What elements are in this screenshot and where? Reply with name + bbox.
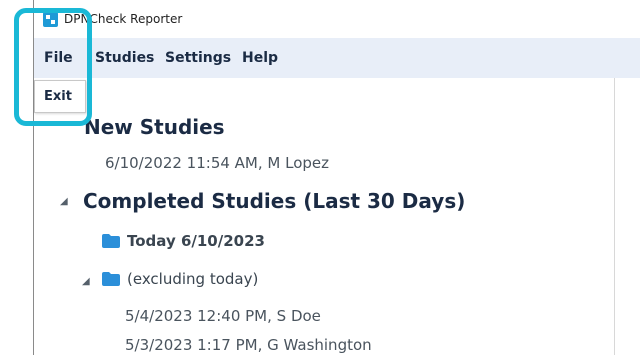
folder-icon bbox=[102, 234, 120, 248]
study-entry[interactable]: 6/10/2022 11:54 AM, M Lopez bbox=[105, 154, 329, 172]
title-bar: DPNCheck Reporter bbox=[34, 0, 640, 39]
tree-node-completed-studies[interactable]: Completed Studies (Last 30 Days) bbox=[83, 189, 465, 213]
menu-help[interactable]: Help bbox=[242, 50, 278, 66]
folder-excluding-today[interactable]: (excluding today) bbox=[127, 270, 258, 288]
menu-settings[interactable]: Settings bbox=[165, 50, 231, 66]
tree-node-new-studies[interactable]: New Studies bbox=[84, 115, 225, 139]
menu-bar: File Studies Settings Help bbox=[34, 38, 640, 78]
menu-item-exit[interactable]: Exit bbox=[44, 89, 72, 104]
detail-panel bbox=[614, 78, 640, 355]
expand-arrow-icon[interactable]: ◢ bbox=[60, 196, 68, 207]
expand-arrow-icon[interactable]: ◢ bbox=[82, 276, 90, 287]
window-title: DPNCheck Reporter bbox=[64, 12, 183, 26]
folder-today[interactable]: Today 6/10/2023 bbox=[127, 232, 265, 250]
app-window: DPNCheck Reporter File Studies Settings … bbox=[33, 0, 640, 355]
file-menu-dropdown: Exit bbox=[34, 80, 86, 113]
menu-studies[interactable]: Studies bbox=[95, 50, 154, 66]
study-entry[interactable]: 5/3/2023 1:17 PM, G Washington bbox=[125, 336, 372, 354]
app-logo-icon bbox=[43, 12, 58, 27]
study-entry[interactable]: 5/4/2023 12:40 PM, S Doe bbox=[125, 307, 321, 325]
study-tree: New Studies 6/10/2022 11:54 AM, M Lopez … bbox=[34, 78, 614, 355]
menu-file[interactable]: File bbox=[44, 50, 73, 66]
folder-icon bbox=[102, 272, 120, 286]
